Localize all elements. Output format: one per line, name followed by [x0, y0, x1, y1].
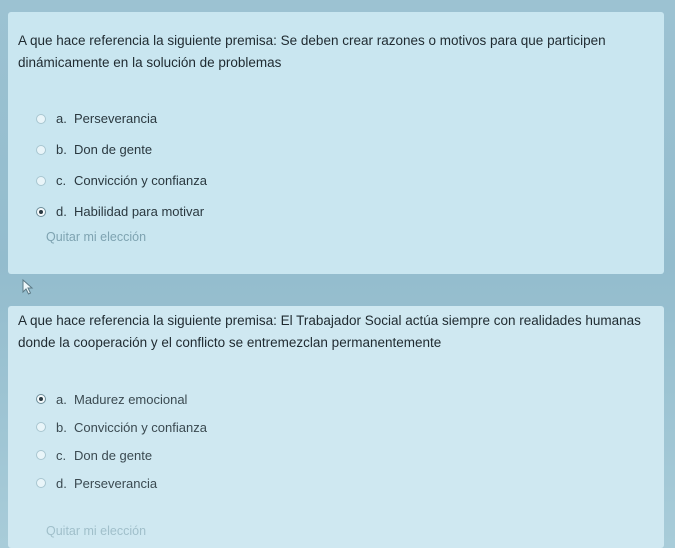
answer-letter: a. [56, 391, 67, 407]
question-text: A que hace referencia la siguiente premi… [18, 33, 606, 70]
answer-option-d[interactable]: d. Perseverancia [36, 472, 207, 494]
question-card-2: A que hace referencia la siguiente premi… [8, 306, 664, 548]
answer-option-b[interactable]: b. Convicción y confianza [36, 416, 207, 438]
answer-letter: a. [56, 111, 67, 126]
answer-label: Habilidad para motivar [74, 204, 205, 219]
answer-option-c[interactable]: c. Convicción y confianza [36, 168, 207, 193]
answer-letter: b. [56, 142, 67, 157]
mouse-pointer-icon [22, 279, 34, 295]
answer-list: a. Madurez emocional b. Convicción y con… [36, 388, 207, 500]
radio-button-selected[interactable] [36, 206, 46, 217]
question-card-1: A que hace referencia la siguiente premi… [8, 12, 664, 274]
radio-button[interactable] [36, 113, 46, 124]
answer-letter: d. [56, 204, 67, 219]
answer-letter: c. [56, 173, 67, 188]
radio-button[interactable] [36, 422, 46, 432]
answer-option-d[interactable]: d. Habilidad para motivar [36, 199, 207, 224]
answer-label: Convicción y confianza [74, 419, 207, 435]
answer-list: a. Perseverancia b. Don de gente c. Conv… [36, 106, 207, 230]
radio-button-selected[interactable] [36, 394, 46, 404]
clear-choice-link[interactable]: Quitar mi elección [46, 524, 146, 538]
answer-option-b[interactable]: b. Don de gente [36, 137, 207, 162]
answer-label: Don de gente [74, 142, 153, 157]
radio-button[interactable] [36, 175, 46, 186]
question-text: A que hace referencia la siguiente premi… [18, 313, 641, 350]
radio-button[interactable] [36, 144, 46, 155]
answer-label: Don de gente [74, 447, 153, 463]
answer-letter: d. [56, 475, 67, 491]
answer-option-a[interactable]: a. Madurez emocional [36, 388, 207, 410]
answer-label: Convicción y confianza [74, 173, 207, 188]
answer-letter: c. [56, 447, 67, 463]
answer-label: Madurez emocional [74, 391, 188, 407]
quiz-page: A que hace referencia la siguiente premi… [0, 0, 675, 548]
answer-label: Perseverancia [74, 111, 158, 126]
radio-button[interactable] [36, 450, 46, 460]
answer-option-c[interactable]: c. Don de gente [36, 444, 207, 466]
radio-button[interactable] [36, 478, 46, 488]
answer-option-a[interactable]: a. Perseverancia [36, 106, 207, 131]
answer-letter: b. [56, 419, 67, 435]
clear-choice-link[interactable]: Quitar mi elección [46, 230, 146, 244]
answer-label: Perseverancia [74, 475, 158, 491]
